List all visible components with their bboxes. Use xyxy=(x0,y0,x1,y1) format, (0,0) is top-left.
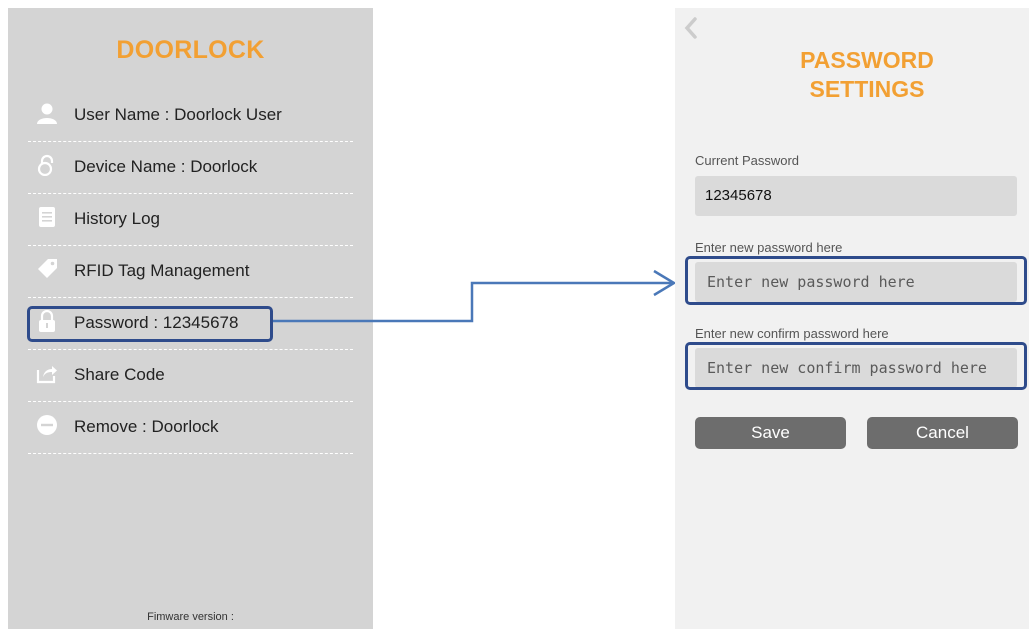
menu-item-label: User Name : Doorlock User xyxy=(74,105,282,124)
user-icon xyxy=(37,103,57,124)
menu-item-share-code[interactable]: Share Code xyxy=(28,349,353,402)
menu-item-label: History Log xyxy=(74,209,160,228)
new-password-highlight xyxy=(685,256,1027,305)
menu-item-user-name[interactable]: User Name : Doorlock User xyxy=(28,89,353,142)
password-item-highlight xyxy=(27,306,273,342)
confirm-password-label: Enter new confirm password here xyxy=(695,326,889,341)
menu-item-label: RFID Tag Management xyxy=(74,261,250,280)
menu-item-device-name[interactable]: Device Name : Doorlock xyxy=(28,141,353,194)
page-title-line1: PASSWORD xyxy=(800,47,934,73)
menu-item-history-log[interactable]: History Log xyxy=(28,193,353,246)
current-password-value: 12345678 xyxy=(705,187,772,204)
cancel-button[interactable]: Cancel xyxy=(867,417,1018,449)
new-password-label: Enter new password here xyxy=(695,240,843,255)
lock-icon xyxy=(37,154,54,176)
menu-item-remove[interactable]: Remove : Doorlock xyxy=(28,401,353,454)
menu-item-rfid-tag[interactable]: RFID Tag Management xyxy=(28,245,353,298)
minus-circle-icon xyxy=(37,415,57,435)
back-arrow-icon[interactable] xyxy=(683,16,699,40)
page-title-line2: SETTINGS xyxy=(809,76,925,102)
menu-item-label: Remove : Doorlock xyxy=(74,417,219,436)
tag-icon xyxy=(38,259,57,278)
menu-item-label: Share Code xyxy=(74,365,165,384)
page-title: PASSWORD SETTINGS xyxy=(675,46,1029,104)
app-title: DOORLOCK xyxy=(116,36,265,64)
menu-item-label: Device Name : Doorlock xyxy=(74,157,258,176)
current-password-label: Current Password xyxy=(695,153,800,168)
confirm-password-highlight xyxy=(685,342,1027,390)
password-settings-screen: PASSWORD SETTINGS Current Password 12345… xyxy=(675,8,1029,629)
list-icon xyxy=(39,207,55,227)
share-icon xyxy=(36,366,57,384)
save-button[interactable]: Save xyxy=(695,417,846,449)
current-password-field: 12345678 xyxy=(695,176,1017,216)
firmware-version-label: Fimware version : xyxy=(147,611,234,623)
